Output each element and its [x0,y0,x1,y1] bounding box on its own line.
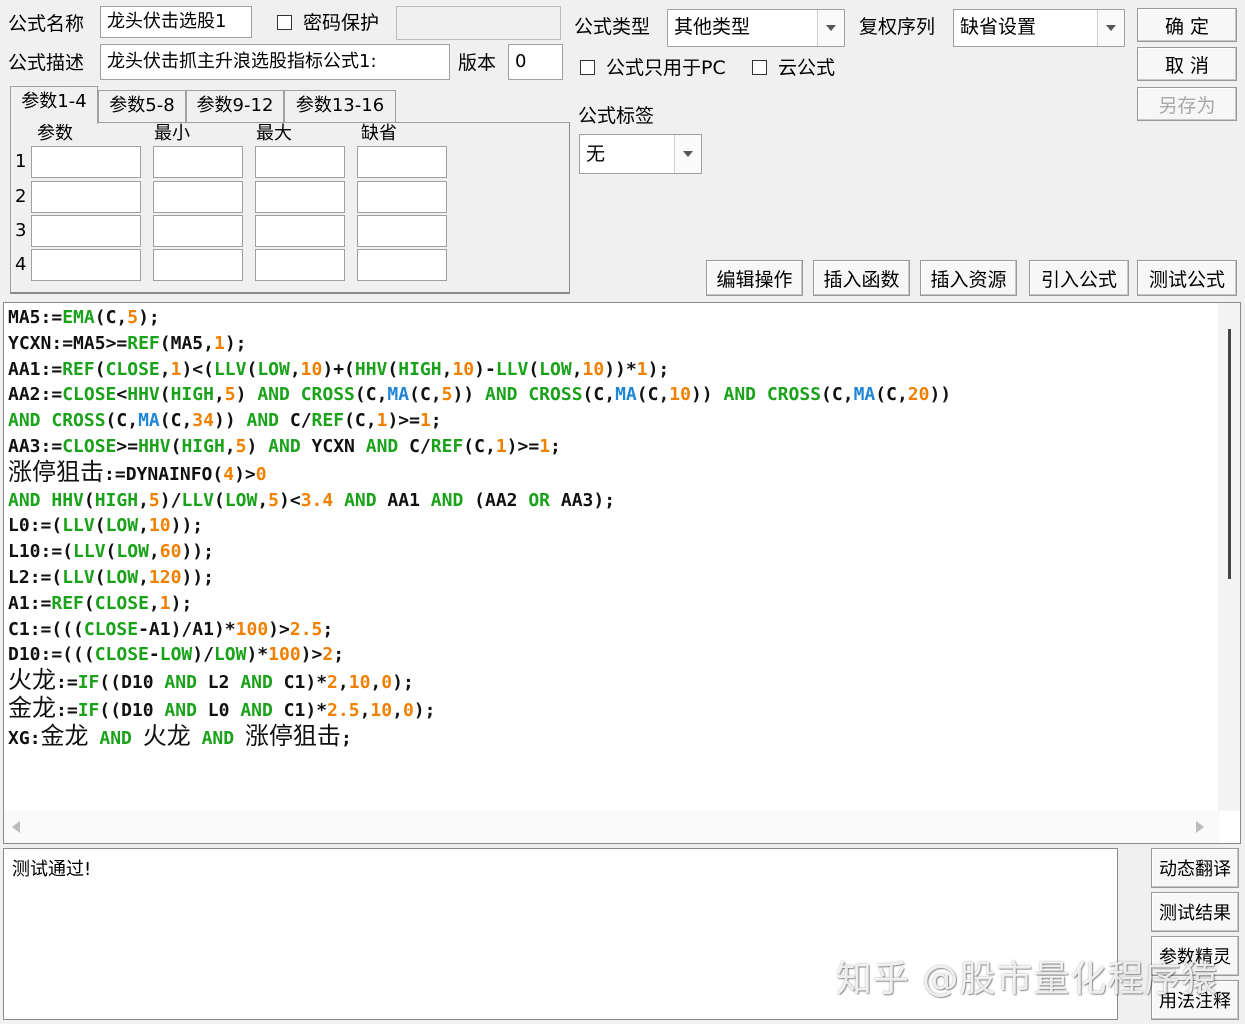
tab-params-1-4[interactable]: 参数1-4 [10,86,98,124]
param-row-label: 1 [15,151,27,172]
password-label: 密码保护 [303,12,380,34]
usage-notes-button[interactable]: 用法注释 [1151,980,1239,1020]
param-row-label: 4 [15,254,27,275]
param-3-min-input[interactable] [153,215,243,247]
code-line: AA2:=CLOSE<HHV(HIGH,5) AND CROSS(C,MA(C,… [8,384,952,406]
tag-select[interactable]: 无 [579,134,702,174]
code-line: YCXN:=MA5>=REF(MA5,1); [8,332,247,354]
code-line: AA1:=REF(CLOSE,1)<(LLV(LOW,10)+(HHV(HIGH… [8,358,670,380]
param-row-label: 3 [15,220,27,241]
tag-label: 公式标签 [578,105,655,127]
scroll-right-icon[interactable] [1196,821,1204,833]
code-line: 涨停狙击:=DYNAINFO(4)>0 [8,457,267,486]
code-editor[interactable]: MA5:=EMA(C,5); YCXN:=MA5>=REF(MA5,1); AA1:… [3,302,1241,844]
param-3-name-input[interactable] [31,215,141,247]
param-3-default-input[interactable] [357,215,447,247]
param-2-min-input[interactable] [153,181,243,213]
pc-only-label: 公式只用于PC [606,57,726,79]
insert-resource-button[interactable]: 插入资源 [920,260,1017,296]
output-message: 测试通过! [12,859,92,880]
param-wizard-button[interactable]: 参数精灵 [1151,936,1239,976]
tab-params-5-8[interactable]: 参数5-8 [98,90,186,122]
code-line: 火龙:=IF((D10 AND L2 AND C1)*2,10,0); [8,666,414,695]
code-line: XG:金龙 AND 火龙 AND 涨停狙击; [8,721,352,750]
tab-params-9-12[interactable]: 参数9-12 [186,90,284,122]
tag-value: 无 [586,143,606,165]
param-2-max-input[interactable] [255,181,345,213]
code-text[interactable]: MA5:=EMA(C,5); YCXN:=MA5>=REF(MA5,1); AA1:… [8,305,951,752]
code-line: D10:=(((CLOSE-LOW)/LOW)*100)>2; [8,644,345,666]
code-line: L10:=(LLV(LOW,60)); [8,541,214,563]
formula-type-value: 其他类型 [674,16,751,38]
param-4-min-input[interactable] [153,249,243,281]
scrollbar-thumb[interactable] [1228,329,1231,579]
code-line: C1:=(((CLOSE-A1)/A1)*100)>2.5; [8,618,334,640]
password-input[interactable] [396,6,561,40]
dynamic-translate-button[interactable]: 动态翻译 [1151,848,1239,888]
test-formula-button[interactable]: 测试公式 [1137,260,1237,296]
insert-function-button[interactable]: 插入函数 [813,260,910,296]
code-line: L2:=(LLV(LOW,120)); [8,566,214,588]
param-header-min: 最小 [154,123,190,144]
description-label: 公式描述 [8,52,85,74]
chevron-down-icon[interactable] [674,135,701,173]
rights-select[interactable]: 缺省设置 [953,9,1125,47]
formula-name-input[interactable]: 龙头伏击选股1 [100,6,252,38]
param-1-max-input[interactable] [255,146,345,178]
tab-params-13-16[interactable]: 参数13-16 [284,90,396,122]
param-row-label: 2 [15,186,27,207]
cloud-label: 云公式 [778,57,836,79]
param-2-default-input[interactable] [357,181,447,213]
params-panel: 参数 最小 最大 缺省 1 2 3 4 [10,122,570,294]
save-as-button[interactable]: 另存为 [1137,87,1237,121]
test-result-button[interactable]: 测试结果 [1151,892,1239,932]
chevron-down-icon[interactable] [1097,10,1124,46]
param-1-min-input[interactable] [153,146,243,178]
rights-value: 缺省设置 [960,16,1037,38]
code-line: AA3:=CLOSE>=HHV(HIGH,5) AND YCXN AND C/R… [8,435,561,457]
code-line: 金龙:=IF((D10 AND L0 AND C1)*2.5,10,0); [8,693,436,722]
param-header-default: 缺省 [361,123,397,144]
code-line: L0:=(LLV(LOW,10)); [8,515,204,537]
vertical-scrollbar[interactable] [1218,303,1240,811]
param-header-max: 最大 [256,123,292,144]
param-header-name: 参数 [37,123,73,144]
code-line: A1:=REF(CLOSE,1); [8,592,193,614]
code-line: AND CROSS(C,MA(C,34)) AND C/REF(C,1)>=1; [8,410,442,432]
formula-name-label: 公式名称 [8,13,85,35]
version-input[interactable]: 0 [508,44,563,80]
cloud-checkbox[interactable] [752,60,767,75]
param-3-max-input[interactable] [255,215,345,247]
scroll-left-icon[interactable] [12,821,20,833]
param-2-name-input[interactable] [31,181,141,213]
param-4-max-input[interactable] [255,249,345,281]
formula-type-select[interactable]: 其他类型 [667,9,845,47]
version-label: 版本 [458,52,497,74]
param-4-default-input[interactable] [357,249,447,281]
cancel-button[interactable]: 取 消 [1137,47,1237,81]
password-checkbox[interactable] [277,15,292,30]
code-line: MA5:=EMA(C,5); [8,307,160,328]
import-formula-button[interactable]: 引入公式 [1029,260,1129,296]
chevron-down-icon[interactable] [817,10,844,46]
description-input[interactable]: 龙头伏击抓主升浪选股指标公式1: [100,44,450,80]
code-line: AND HHV(HIGH,5)/LLV(LOW,5)<3.4 AND AA1 A… [8,489,616,511]
formula-type-label: 公式类型 [574,16,651,38]
param-1-default-input[interactable] [357,146,447,178]
ok-button[interactable]: 确 定 [1137,8,1237,42]
pc-only-checkbox[interactable] [580,60,595,75]
rights-label: 复权序列 [859,16,936,38]
param-4-name-input[interactable] [31,249,141,281]
test-output: 测试通过! [3,848,1118,1020]
edit-ops-button[interactable]: 编辑操作 [706,260,803,296]
horizontal-scrollbar[interactable] [4,811,1220,843]
param-1-name-input[interactable] [31,146,141,178]
